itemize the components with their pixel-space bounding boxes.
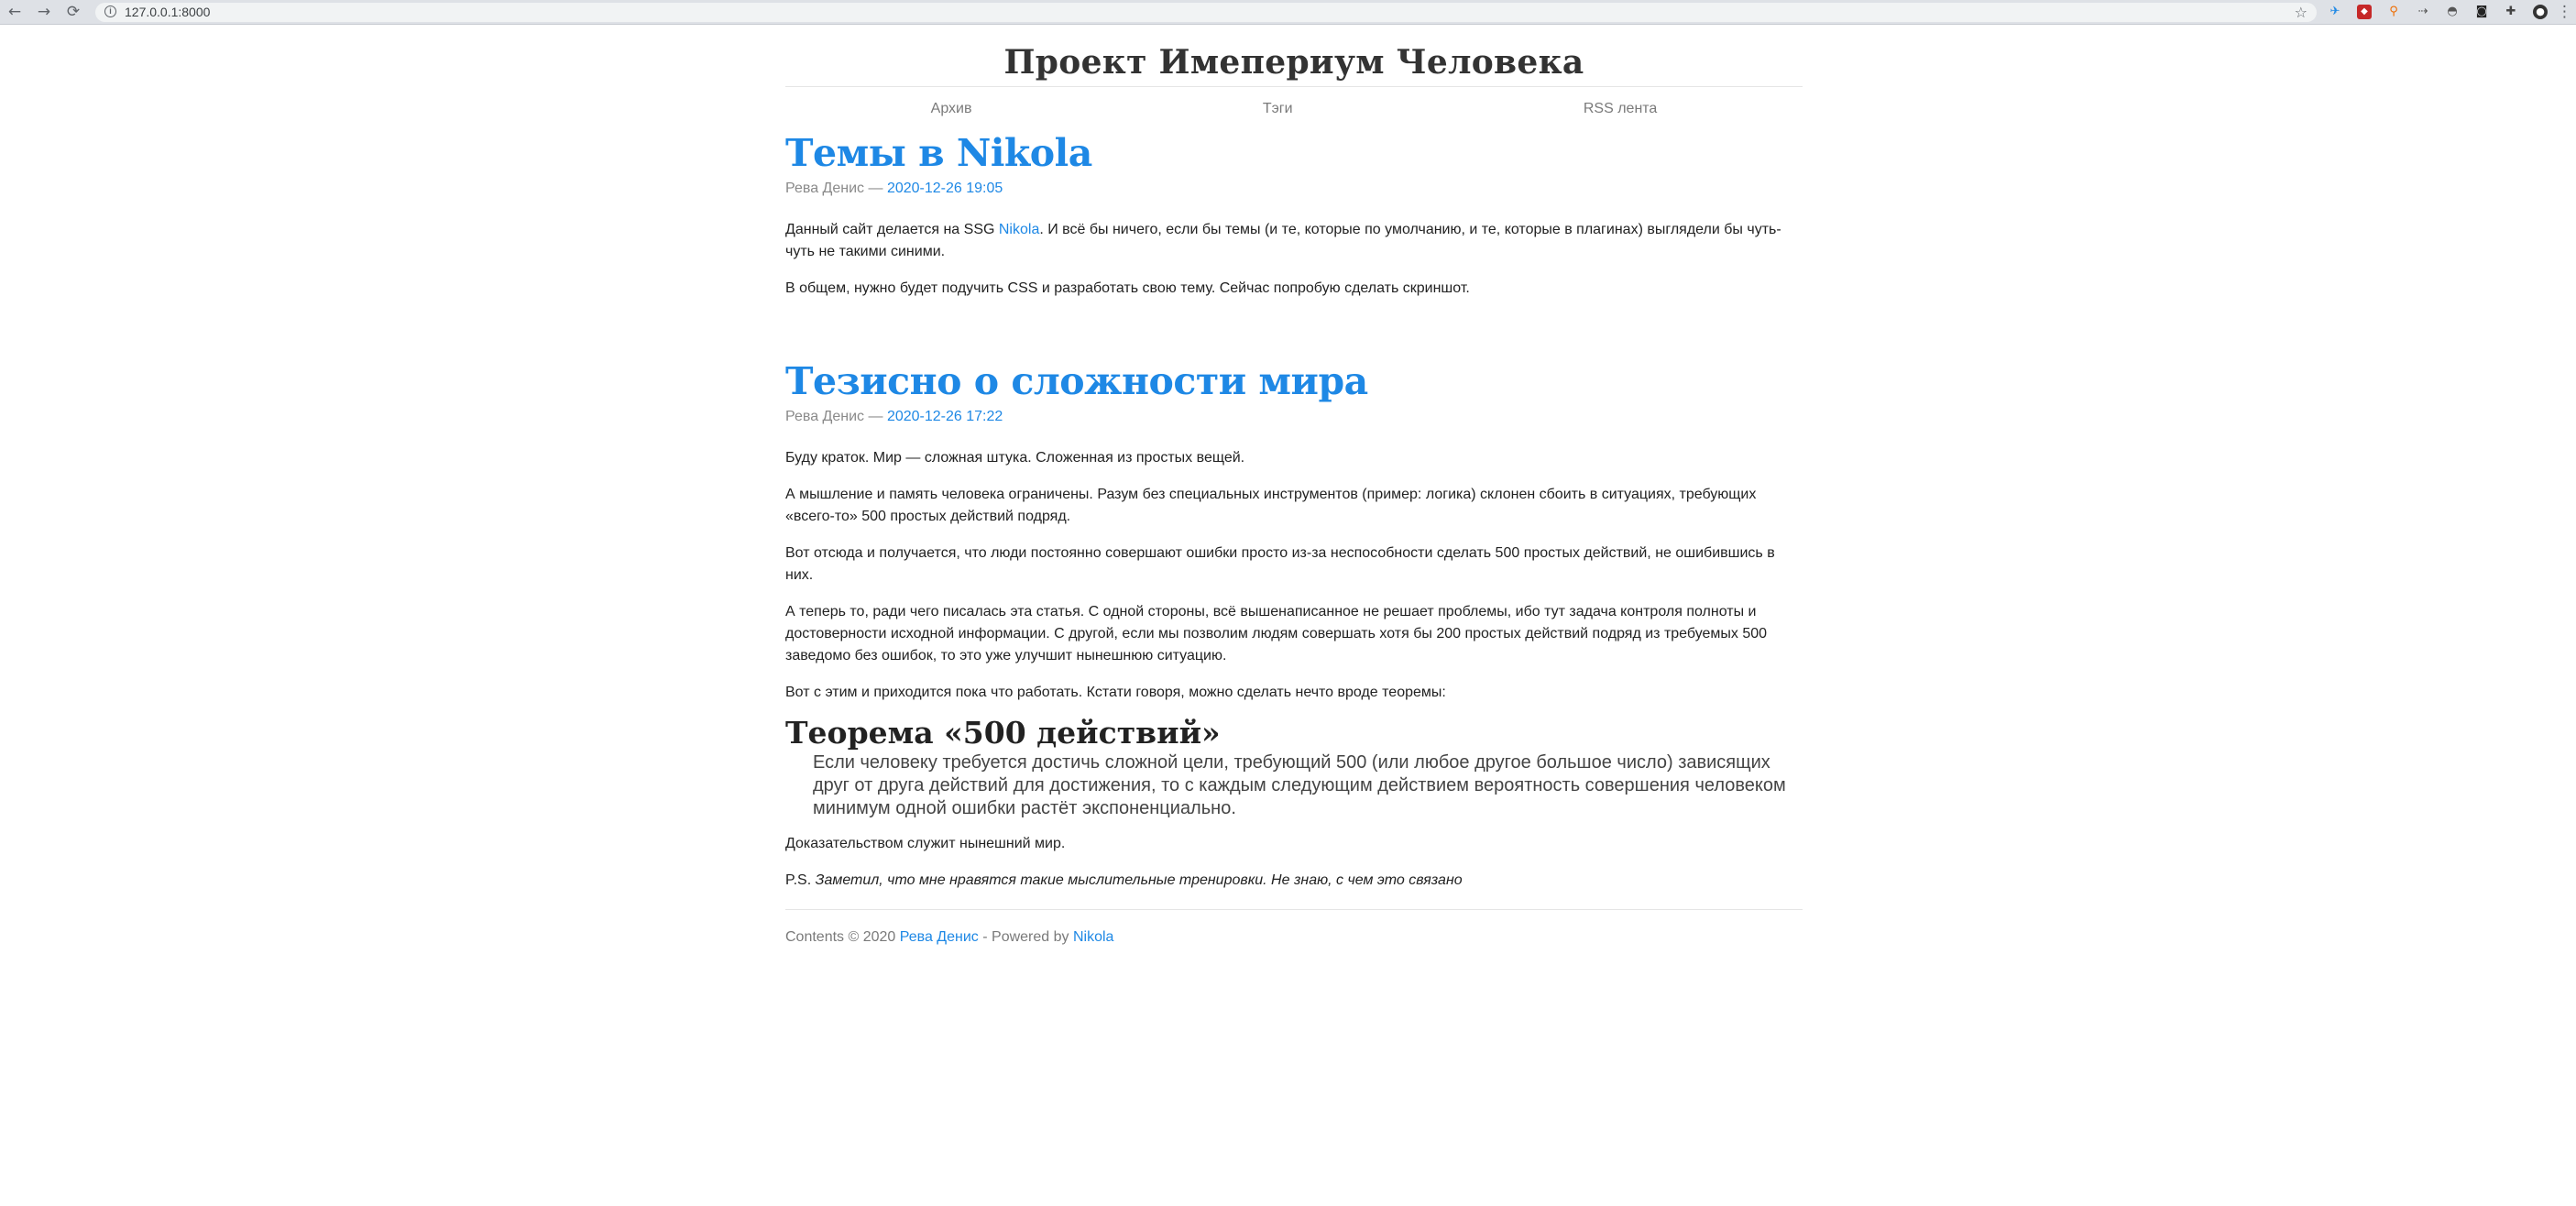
top-navigation: Архив Тэги RSS лента: [785, 87, 1803, 131]
post-paragraph: Вот отсюда и получается, что люди постоя…: [785, 545, 1775, 583]
footer-divider: [785, 909, 1803, 910]
post-title-link[interactable]: Темы в Nikola: [785, 129, 1803, 177]
post-paragraph: А теперь то, ради чего писалась эта стат…: [785, 604, 1768, 663]
post-date-link[interactable]: 2020-12-26 19:05: [887, 181, 1003, 196]
nav-tags-link[interactable]: Тэги: [1226, 101, 1330, 117]
post-meta: Рева Денис — 2020-12-26 19:05: [785, 179, 1803, 199]
postscript-paragraph: P.S. Заметил, что мне нравятся такие мыс…: [785, 870, 1803, 892]
extension-search-icon[interactable]: ⚲: [2386, 5, 2401, 19]
footer: Contents © 2020 Рева Денис - Powered by …: [785, 927, 1803, 948]
post-title-link[interactable]: Тезисно о сложности мира: [785, 357, 1803, 405]
postscript-text: Заметил, что мне нравятся такие мыслител…: [815, 872, 1463, 888]
browser-menu-icon[interactable]: ⋮: [2557, 3, 2572, 21]
post-paragraph: Вот с этим и приходится пока что работат…: [785, 685, 1446, 700]
post-meta: Рева Денис — 2020-12-26 17:22: [785, 407, 1803, 427]
info-icon[interactable]: i: [104, 5, 116, 17]
theorem-heading: Теорема «500 действий»: [785, 715, 1221, 751]
theorem-quote: Если человеку требуется достичь сложной …: [813, 752, 1786, 818]
post-paragraph: Данный сайт делается на SSG Nikola. И вс…: [785, 219, 1803, 263]
extension-bird-icon[interactable]: ✈: [2328, 5, 2342, 19]
site-title[interactable]: Проект Имепериум Человека: [785, 26, 1803, 86]
paragraph-text: Данный сайт делается на SSG: [785, 222, 999, 237]
meta-separator: —: [864, 181, 887, 196]
extension-cursor-icon[interactable]: ⇢: [2416, 5, 2430, 19]
post-paragraph: В общем, нужно будет подучить CSS и разр…: [785, 280, 1470, 296]
address-bar[interactable]: i 127.0.0.1:8000 ☆: [95, 3, 2317, 22]
footer-powered-by: - Powered by: [978, 929, 1073, 945]
post-date-link[interactable]: 2020-12-26 17:22: [887, 409, 1003, 424]
address-url[interactable]: 127.0.0.1:8000: [125, 5, 210, 20]
nav-rss-link[interactable]: RSS лента: [1547, 101, 1694, 117]
footer-copyright: Contents © 2020: [785, 929, 900, 945]
post-paragraph: Буду краток. Мир — сложная штука. Сложен…: [785, 450, 1245, 466]
page-container: Проект Имепериум Человека Архив Тэги RSS…: [785, 26, 1803, 948]
postscript-prefix: P.S.: [785, 872, 816, 888]
nikola-link[interactable]: Nikola: [999, 222, 1039, 237]
post-2: Тезисно о сложности мира Рева Денис — 20…: [785, 357, 1803, 892]
profile-avatar-icon[interactable]: ●: [2533, 5, 2548, 19]
footer-author-link[interactable]: Рева Денис: [900, 929, 979, 945]
extension-shield-icon[interactable]: ◆: [2357, 5, 2372, 19]
reload-icon[interactable]: ⟳: [64, 3, 82, 21]
post-1: Темы в Nikola Рева Денис — 2020-12-26 19…: [785, 129, 1803, 300]
footer-nikola-link[interactable]: Nikola: [1073, 929, 1113, 945]
meta-separator: —: [864, 409, 887, 424]
extension-camera-icon[interactable]: ◙: [2474, 5, 2489, 19]
extensions-puzzle-icon[interactable]: ✚: [2504, 5, 2518, 19]
bookmark-star-icon[interactable]: ☆: [2295, 3, 2307, 22]
browser-toolbar: ← → ⟳ i 127.0.0.1:8000 ☆ ✈ ◆ ⚲ ⇢ ◓ ◙ ✚ ●…: [0, 0, 2576, 25]
extension-incognito-icon[interactable]: ◓: [2445, 5, 2460, 19]
back-icon[interactable]: ←: [5, 3, 24, 21]
post-paragraph: Доказательством служит нынешний мир.: [785, 836, 1066, 851]
post-author: Рева Денис: [785, 181, 865, 196]
post-paragraph: А мышление и память человека ограничены.…: [785, 487, 1757, 524]
nav-archive-link[interactable]: Архив: [894, 101, 1009, 117]
forward-icon[interactable]: →: [35, 3, 53, 21]
post-author: Рева Денис: [785, 409, 865, 424]
